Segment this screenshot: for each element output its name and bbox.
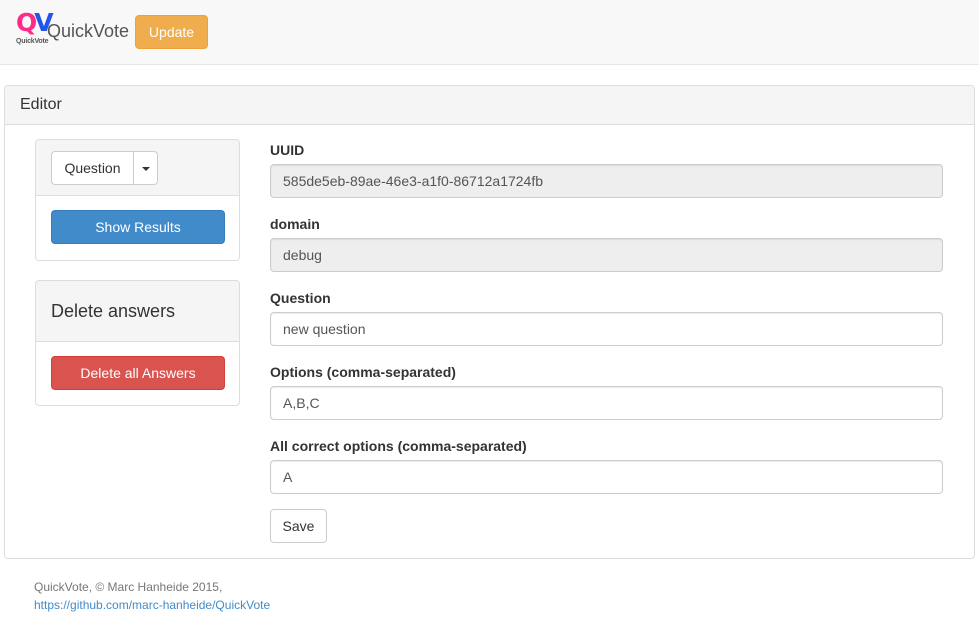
logo-letters: QV: [16, 8, 54, 37]
quickvote-logo[interactable]: QV QuickVote: [16, 8, 54, 49]
footer: QuickVote, © Marc Hanheide 2015, https:/…: [34, 578, 270, 614]
dropdown-toggle[interactable]: [134, 151, 158, 185]
footer-credit: QuickVote, © Marc Hanheide 2015,: [34, 580, 223, 594]
panel-heading: Editor: [5, 86, 974, 125]
navbar: QV QuickVote QuickVote Update: [0, 0, 979, 65]
question-input[interactable]: new question: [270, 312, 943, 346]
domain-field: debug: [270, 238, 943, 272]
caret-down-icon: [142, 167, 150, 171]
delete-answers-heading: Delete answers: [36, 281, 239, 342]
question-controls-header: Question: [36, 140, 239, 196]
question-dropdown-button[interactable]: Question: [51, 151, 134, 185]
correct-options-label: All correct options (comma-separated): [270, 438, 527, 454]
delete-answers-box: Delete answers Delete all Answers: [35, 280, 240, 406]
save-button[interactable]: Save: [270, 509, 327, 543]
options-input[interactable]: A,B,C: [270, 386, 943, 420]
logo-caption: QuickVote: [16, 38, 49, 45]
brand-name[interactable]: QuickVote: [47, 20, 129, 42]
github-link[interactable]: https://github.com/marc-hanheide/QuickVo…: [34, 596, 270, 614]
show-results-button[interactable]: Show Results: [51, 210, 225, 244]
uuid-field: 585de5eb-89ae-46e3-a1f0-86712a1724fb: [270, 164, 943, 198]
question-label: Question: [270, 290, 331, 306]
uuid-label: UUID: [270, 142, 305, 158]
options-label: Options (comma-separated): [270, 364, 456, 380]
question-controls-box: Question Show Results: [35, 139, 240, 261]
question-dropdown[interactable]: Question: [51, 151, 158, 185]
correct-options-input[interactable]: A: [270, 460, 943, 494]
delete-all-answers-button[interactable]: Delete all Answers: [51, 356, 225, 390]
update-button[interactable]: Update: [135, 15, 208, 49]
domain-label: domain: [270, 216, 320, 232]
